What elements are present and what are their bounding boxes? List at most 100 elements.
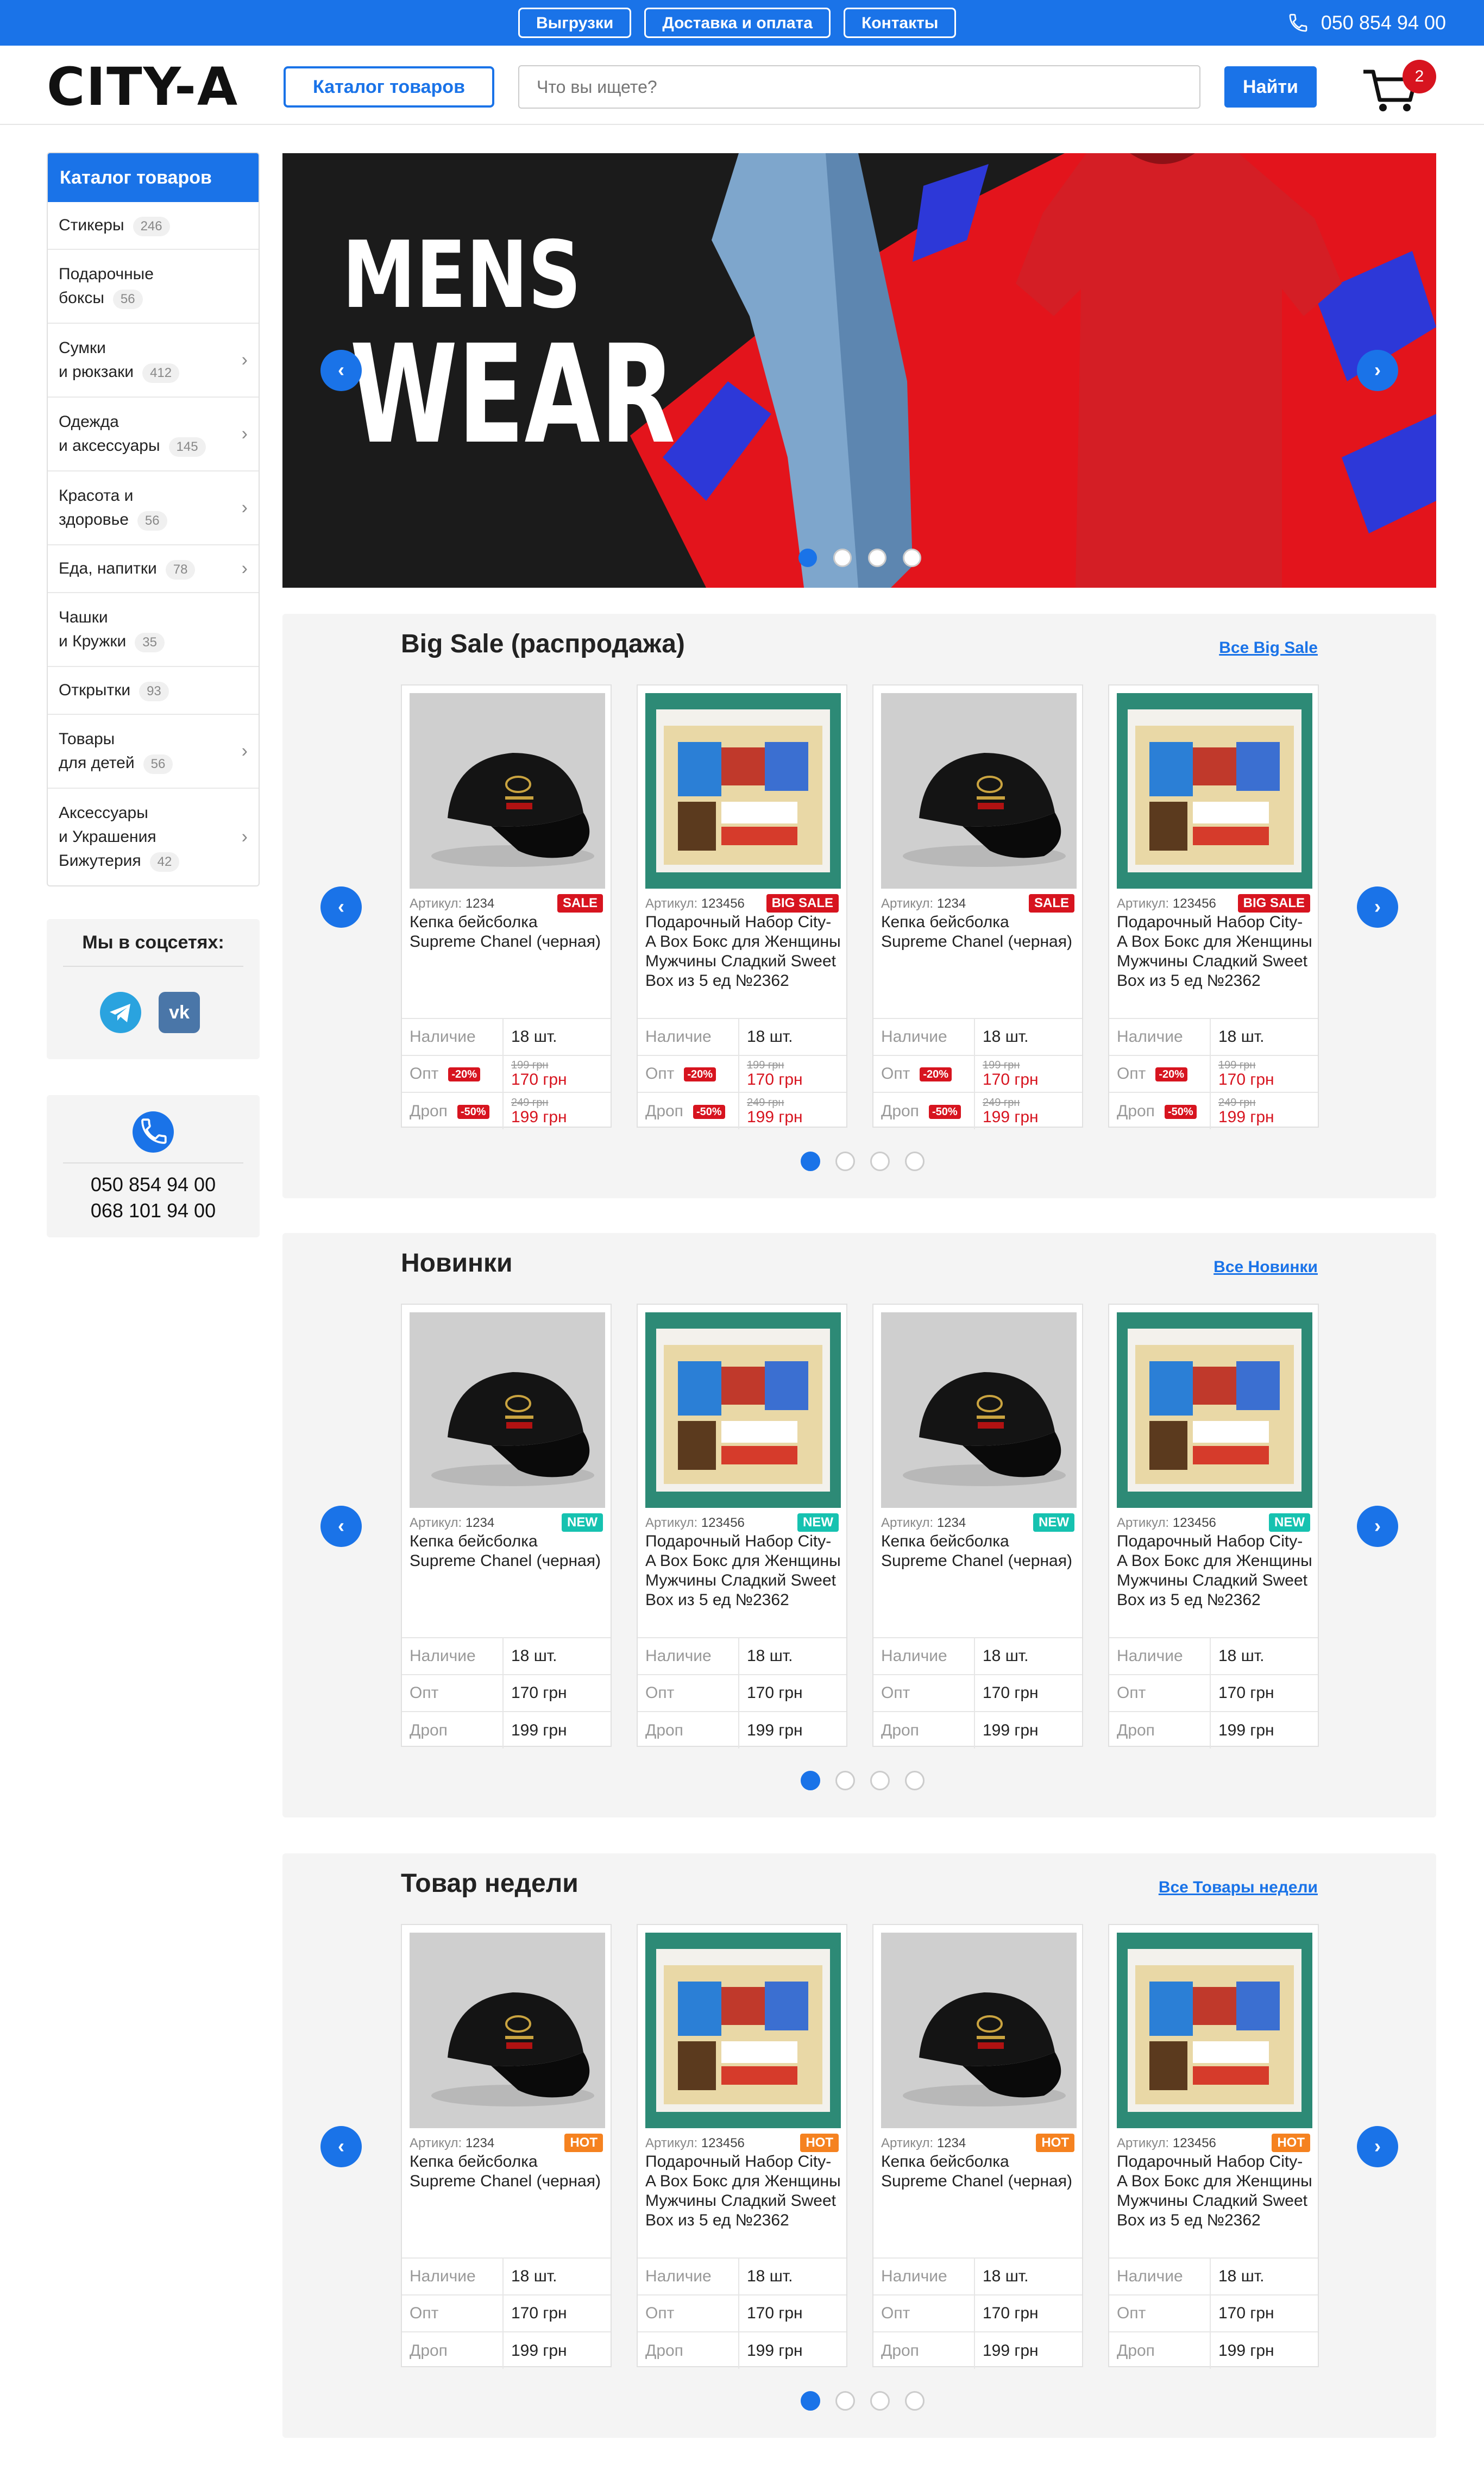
sidebar-item[interactable]: Открытки 93 xyxy=(48,667,259,715)
sidebar-item-count: 246 xyxy=(133,217,170,236)
cap-image xyxy=(410,1312,605,1508)
logo[interactable]: CITY-A xyxy=(47,61,238,113)
product-card[interactable]: Артикул: 1234 HOT Кепка бейсболка Supreme … xyxy=(872,1924,1083,2369)
nav-delivery-link[interactable]: Доставка и оплата xyxy=(644,8,831,38)
product-card[interactable]: Артикул: 123456 HOT Подарочный Набор City-… xyxy=(637,1924,847,2369)
sidebar-item[interactable]: Чашки и Кружки 35 xyxy=(48,593,259,667)
product-image[interactable] xyxy=(645,693,841,889)
product-name[interactable]: Кепка бейсболка Supreme Chanel (черная) xyxy=(410,1532,605,1571)
carousel-pagination xyxy=(801,1152,925,1171)
sidebar-item[interactable]: Стикеры 246 xyxy=(48,202,259,250)
stock-value: 18 шт. xyxy=(503,2257,611,2295)
product-card[interactable]: Артикул: 123456 HOT Подарочный Набор City-… xyxy=(1108,1924,1319,2369)
banner-next-button[interactable]: › xyxy=(1357,350,1398,391)
drop-label: Дроп xyxy=(1109,2331,1211,2369)
product-name[interactable]: Подарочный Набор City-A Box Бокс для Жен… xyxy=(645,2152,841,2230)
product-image[interactable] xyxy=(881,1933,1077,2128)
section-all-link[interactable]: Все Big Sale xyxy=(1219,639,1318,657)
product-card[interactable]: Артикул: 123456 NEW Подарочный Набор City-… xyxy=(637,1304,847,1749)
carousel-prev-button[interactable]: ‹ xyxy=(320,886,362,928)
product-name[interactable]: Кепка бейсболка Supreme Chanel (черная) xyxy=(881,2152,1077,2191)
section-title: Big Sale (распродажа) xyxy=(401,630,685,658)
product-name[interactable]: Кепка бейсболка Supreme Chanel (черная) xyxy=(881,913,1077,952)
carousel-dot[interactable] xyxy=(835,2391,855,2411)
product-card[interactable]: Артикул: 1234 NEW Кепка бейсболка Supreme … xyxy=(401,1304,612,1749)
section-all-link[interactable]: Все Новинки xyxy=(1213,1258,1318,1276)
product-image[interactable] xyxy=(881,693,1077,889)
product-image[interactable] xyxy=(1117,1312,1312,1508)
sidebar-item[interactable]: Аксессуары и Украшения Бижутерия 42 › xyxy=(48,789,259,885)
carousel-dot[interactable] xyxy=(870,1152,890,1171)
product-image[interactable] xyxy=(645,1933,841,2128)
carousel-dot[interactable] xyxy=(835,1152,855,1171)
carousel-dot[interactable] xyxy=(905,2391,925,2411)
product-card[interactable]: Артикул: 1234 SALE Кепка бейсболка Supreme… xyxy=(872,684,1083,1129)
product-name[interactable]: Кепка бейсболка Supreme Chanel (черная) xyxy=(881,1532,1077,1571)
contact-phone-2[interactable]: 068 101 94 00 xyxy=(47,1199,260,1222)
product-card[interactable]: Артикул: 1234 NEW Кепка бейсболка Supreme … xyxy=(872,1304,1083,1749)
catalog-button[interactable]: Каталог товаров xyxy=(284,66,494,108)
contact-phone-1[interactable]: 050 854 94 00 xyxy=(47,1173,260,1196)
sidebar-item[interactable]: Одежда и аксессуары 145 › xyxy=(48,398,259,471)
product-card[interactable]: Артикул: 123456 BIG SALE Подарочный Набор … xyxy=(1108,684,1319,1129)
product-card[interactable]: Артикул: 1234 HOT Кепка бейсболка Supreme … xyxy=(401,1924,612,2369)
carousel-next-button[interactable]: › xyxy=(1357,2126,1398,2167)
banner-dot[interactable] xyxy=(868,549,886,567)
product-image[interactable] xyxy=(1117,693,1312,889)
telegram-icon[interactable] xyxy=(100,992,141,1033)
search-button[interactable]: Найти xyxy=(1224,66,1317,108)
carousel-dot[interactable] xyxy=(835,1771,855,1790)
cart-button[interactable]: 2 xyxy=(1360,60,1436,114)
stock-value: 18 шт. xyxy=(739,2257,846,2295)
product-card[interactable]: Артикул: 123456 NEW Подарочный Набор City-… xyxy=(1108,1304,1319,1749)
chevron-right-icon: › xyxy=(241,423,248,444)
carousel-prev-button[interactable]: ‹ xyxy=(320,1506,362,1547)
carousel-next-button[interactable]: › xyxy=(1357,1506,1398,1547)
product-name[interactable]: Кепка бейсболка Supreme Chanel (черная) xyxy=(410,2152,605,2191)
banner-dot[interactable] xyxy=(903,549,921,567)
sidebar-item[interactable]: Сумки и рюкзаки 412 › xyxy=(48,324,259,398)
product-card[interactable]: Артикул: 1234 SALE Кепка бейсболка Supreme… xyxy=(401,684,612,1129)
carousel-next-button[interactable]: › xyxy=(1357,886,1398,928)
sidebar-item[interactable]: Еда, напитки 78 › xyxy=(48,545,259,593)
product-image[interactable] xyxy=(645,1312,841,1508)
vk-icon[interactable]: vk xyxy=(159,992,200,1033)
product-name[interactable]: Подарочный Набор City-A Box Бокс для Жен… xyxy=(645,913,841,991)
carousel-dot[interactable] xyxy=(801,1771,820,1790)
product-image[interactable] xyxy=(410,1933,605,2128)
drop-discount-badge: -50% xyxy=(928,1104,961,1119)
carousel-dot[interactable] xyxy=(801,2391,820,2411)
product-card[interactable]: Артикул: 123456 BIG SALE Подарочный Набор … xyxy=(637,684,847,1129)
carousel-dot[interactable] xyxy=(905,1152,925,1171)
nav-contacts-link[interactable]: Контакты xyxy=(843,8,957,38)
product-image[interactable] xyxy=(881,1312,1077,1508)
cap-image xyxy=(881,1933,1077,2128)
opt-price: 170 грн xyxy=(739,2294,846,2332)
sidebar-title[interactable]: Каталог товаров xyxy=(48,153,259,202)
carousel-dot[interactable] xyxy=(801,1152,820,1171)
carousel-dot[interactable] xyxy=(870,2391,890,2411)
product-name[interactable]: Подарочный Набор City-A Box Бокс для Жен… xyxy=(1117,1532,1312,1610)
banner-dot[interactable] xyxy=(798,549,817,567)
carousel-dot[interactable] xyxy=(905,1771,925,1790)
carousel-dot[interactable] xyxy=(870,1771,890,1790)
product-name[interactable]: Подарочный Набор City-A Box Бокс для Жен… xyxy=(645,1532,841,1610)
product-name[interactable]: Подарочный Набор City-A Box Бокс для Жен… xyxy=(1117,2152,1312,2230)
opt-new-price: 170 грн xyxy=(511,1071,567,1089)
sidebar-item[interactable]: Подарочные боксы 56 xyxy=(48,250,259,324)
product-image[interactable] xyxy=(1117,1933,1312,2128)
product-name[interactable]: Кепка бейсболка Supreme Chanel (черная) xyxy=(410,913,605,952)
top-phone[interactable]: 050 854 94 00 xyxy=(1287,0,1446,46)
section-all-link[interactable]: Все Товары недели xyxy=(1159,1878,1318,1897)
search-input[interactable] xyxy=(518,65,1200,109)
nav-uploads-link[interactable]: Выгрузки xyxy=(518,8,632,38)
product-image[interactable] xyxy=(410,693,605,889)
sidebar-item[interactable]: Товары для детей 56 › xyxy=(48,715,259,789)
product-name[interactable]: Подарочный Набор City-A Box Бокс для Жен… xyxy=(1117,913,1312,991)
product-image[interactable] xyxy=(410,1312,605,1508)
banner-prev-button[interactable]: ‹ xyxy=(320,350,362,391)
sidebar-item[interactable]: Красота и здоровье 56 › xyxy=(48,471,259,545)
carousel-prev-button[interactable]: ‹ xyxy=(320,2126,362,2167)
banner-dot[interactable] xyxy=(833,549,852,567)
stock-label: Наличие xyxy=(638,1637,739,1675)
